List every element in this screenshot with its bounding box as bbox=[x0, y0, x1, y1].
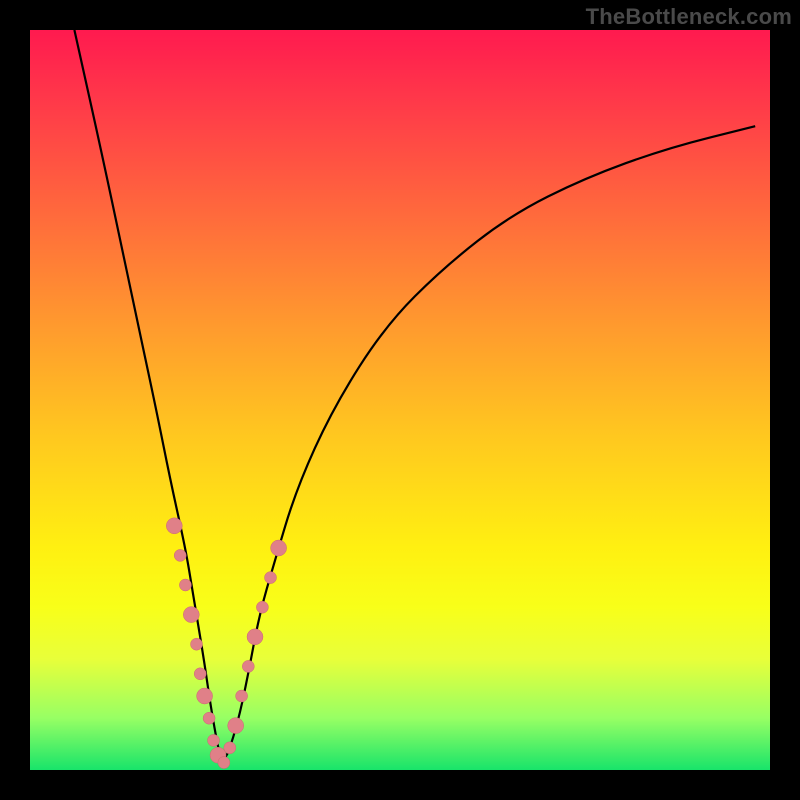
bead-marker bbox=[191, 638, 203, 650]
bead-marker bbox=[203, 712, 215, 724]
bead-marker bbox=[224, 742, 236, 754]
bead-marker bbox=[179, 579, 191, 591]
bead-marker bbox=[197, 688, 213, 704]
plot-area bbox=[30, 30, 770, 770]
bead-marker bbox=[242, 660, 254, 672]
bead-marker bbox=[228, 718, 244, 734]
chart-frame: TheBottleneck.com bbox=[0, 0, 800, 800]
bead-cluster bbox=[166, 518, 286, 769]
bead-marker bbox=[247, 629, 263, 645]
bead-marker bbox=[194, 668, 206, 680]
bead-marker bbox=[271, 540, 287, 556]
bead-marker bbox=[208, 734, 220, 746]
bead-marker bbox=[218, 757, 230, 769]
bead-marker bbox=[174, 549, 186, 561]
bead-marker bbox=[166, 518, 182, 534]
watermark-text: TheBottleneck.com bbox=[586, 4, 792, 30]
bottleneck-curve bbox=[74, 30, 755, 757]
bead-marker bbox=[236, 690, 248, 702]
bead-marker bbox=[256, 601, 268, 613]
bead-marker bbox=[265, 572, 277, 584]
chart-overlay bbox=[30, 30, 770, 770]
bead-marker bbox=[183, 607, 199, 623]
